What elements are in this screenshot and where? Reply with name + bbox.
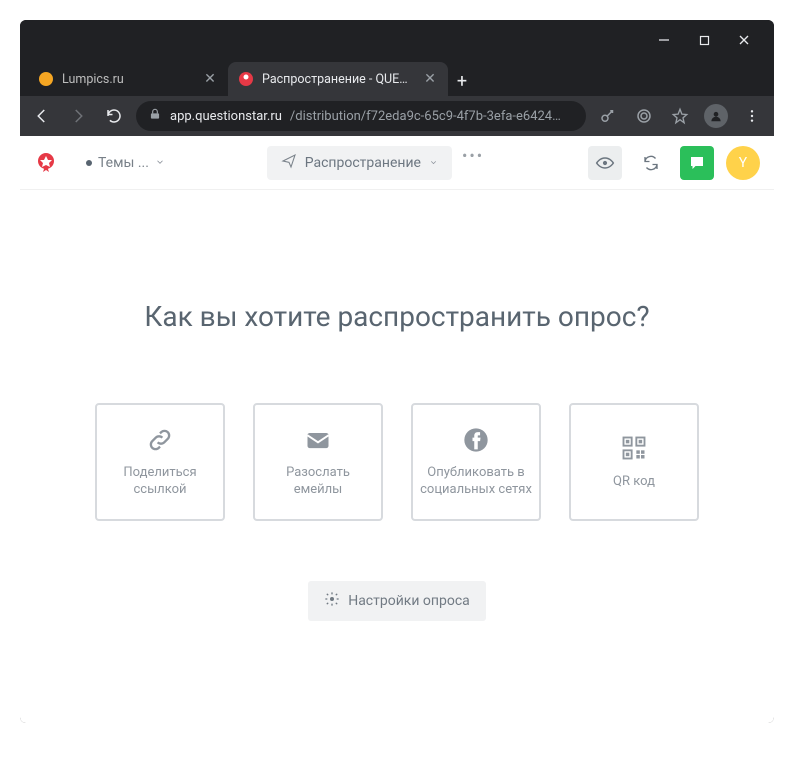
tab-strip: Lumpics.ru ✕ Распространение - QUESTIONS… xyxy=(20,60,774,96)
distribution-cards: Поделиться ссылкой Разослать емейлы Опуб… xyxy=(95,403,699,521)
menu-button[interactable] xyxy=(738,102,766,130)
more-button[interactable]: ••• xyxy=(452,146,494,180)
profile-button[interactable] xyxy=(702,102,730,130)
facebook-icon xyxy=(462,426,490,459)
close-icon[interactable]: ✕ xyxy=(202,71,218,87)
back-button[interactable] xyxy=(28,102,56,130)
browser-toolbar: app.questionstar.ru/distribution/f72eda9… xyxy=(20,96,774,136)
survey-settings-button[interactable]: Настройки опроса xyxy=(308,581,486,621)
close-icon[interactable]: ✕ xyxy=(422,71,438,87)
person-icon xyxy=(704,104,728,128)
dot-icon xyxy=(86,160,92,166)
link-icon xyxy=(146,426,174,459)
card-share-link[interactable]: Поделиться ссылкой xyxy=(95,403,225,521)
chevron-down-icon xyxy=(155,155,165,171)
card-qr-code[interactable]: QR код xyxy=(569,403,699,521)
favicon-icon xyxy=(238,71,254,87)
card-label: QR код xyxy=(613,474,655,490)
user-avatar[interactable]: Y xyxy=(726,146,760,180)
app-content: Темы ... Распространение ••• xyxy=(20,136,774,723)
preview-button[interactable] xyxy=(588,146,622,180)
card-label: Опубликовать в социальных сетях xyxy=(419,465,533,498)
feedback-button[interactable] xyxy=(680,146,714,180)
page-title: Как вы хотите распространить опрос? xyxy=(144,300,649,333)
email-icon xyxy=(304,426,332,459)
user-initial: Y xyxy=(739,155,747,171)
lock-icon xyxy=(148,107,162,125)
minimize-button[interactable] xyxy=(644,25,684,55)
themes-label: Темы ... xyxy=(98,155,149,171)
tab-title: Lumpics.ru xyxy=(62,72,194,87)
card-label: Поделиться ссылкой xyxy=(103,465,217,498)
send-icon xyxy=(281,153,297,173)
card-social[interactable]: Опубликовать в социальных сетях xyxy=(411,403,541,521)
tab-lumpics[interactable]: Lumpics.ru ✕ xyxy=(28,62,228,96)
center-nav: Распространение ••• xyxy=(185,146,576,180)
tab-title: Распространение - QUESTIONS xyxy=(262,72,414,87)
themes-dropdown[interactable]: Темы ... xyxy=(78,155,173,171)
app-logo-icon[interactable] xyxy=(34,151,58,175)
extension-icon[interactable] xyxy=(630,102,658,130)
distribution-button[interactable]: Распространение xyxy=(267,146,452,180)
bookmark-icon[interactable] xyxy=(666,102,694,130)
refresh-button[interactable] xyxy=(634,146,668,180)
maximize-button[interactable] xyxy=(684,25,724,55)
card-label: Разослать емейлы xyxy=(261,465,375,498)
settings-label: Настройки опроса xyxy=(348,593,470,609)
reload-button[interactable] xyxy=(100,102,128,130)
main-area: Как вы хотите распространить опрос? Поде… xyxy=(20,190,774,723)
favicon-icon xyxy=(38,71,54,87)
url-domain: app.questionstar.ru xyxy=(170,109,282,124)
distribution-label: Распространение xyxy=(305,155,421,171)
chevron-down-icon xyxy=(429,155,438,171)
qr-icon xyxy=(620,434,648,467)
browser-window: Lumpics.ru ✕ Распространение - QUESTIONS… xyxy=(20,20,774,723)
key-icon[interactable] xyxy=(594,102,622,130)
tab-questionstar[interactable]: Распространение - QUESTIONS ✕ xyxy=(228,62,448,96)
address-bar[interactable]: app.questionstar.ru/distribution/f72eda9… xyxy=(136,101,586,131)
card-send-emails[interactable]: Разослать емейлы xyxy=(253,403,383,521)
new-tab-button[interactable]: + xyxy=(448,71,476,96)
titlebar xyxy=(20,20,774,60)
forward-button[interactable] xyxy=(64,102,92,130)
close-window-button[interactable] xyxy=(724,25,764,55)
url-path: /distribution/f72eda9c-65c9-4f7b-3efa-e6… xyxy=(290,109,561,124)
app-header: Темы ... Распространение ••• xyxy=(20,136,774,190)
gear-icon xyxy=(324,591,340,611)
